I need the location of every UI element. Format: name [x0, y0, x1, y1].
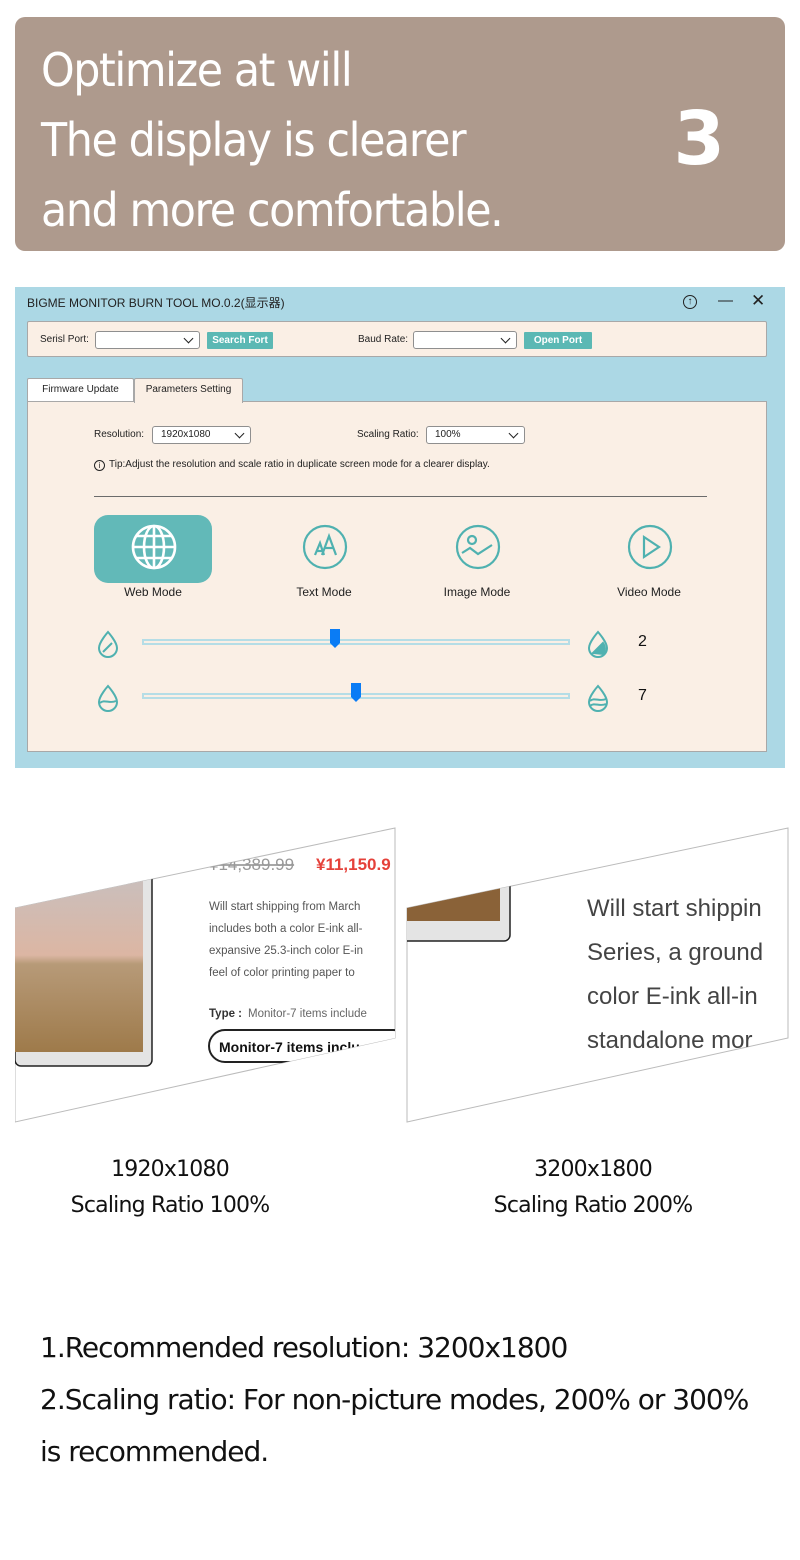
globe-icon [131, 524, 177, 570]
screen-preview-100: ¥14,389.99 ¥11,150.9 Will start shipping… [15, 827, 396, 1123]
contrast-slider-track[interactable] [142, 639, 570, 645]
parameters-panel: Resolution: 1920x1080 Scaling Ratio: 100… [27, 401, 767, 752]
video-mode-button[interactable] [590, 515, 708, 583]
caption-200: 3200x1800 Scaling Ratio 200% [423, 1152, 763, 1224]
caption-100: 1920x1080 Scaling Ratio 100% [0, 1152, 340, 1224]
open-port-button[interactable]: Open Port [524, 332, 592, 349]
image-mode-button[interactable] [418, 515, 536, 583]
contrast-slider-row: 2 [28, 626, 768, 660]
screen-frame [406, 827, 789, 1123]
type-value: Monitor-7 items include [248, 1008, 367, 1020]
scaling-ratio-label: Scaling Ratio: [357, 429, 419, 440]
text-size-icon [302, 524, 348, 570]
minimize-icon[interactable]: — [718, 293, 733, 309]
description-line: expansive 25.3-inch color E-in [209, 945, 363, 957]
video-mode-label: Video Mode [617, 585, 681, 599]
caption-resolution: 1920x1080 [111, 1157, 230, 1182]
web-mode-button[interactable] [94, 515, 212, 583]
tab-firmware-update[interactable]: Firmware Update [27, 378, 134, 402]
contrast-low-icon [97, 630, 119, 658]
caption-scaling: Scaling Ratio 200% [493, 1193, 693, 1218]
new-price: ¥11,150.9 [316, 855, 391, 874]
saturation-slider-row: 7 [28, 680, 768, 714]
type-option-label: Monitor-7 items inclu [219, 1039, 360, 1055]
chevron-down-icon [508, 428, 519, 439]
serial-port-select[interactable] [95, 331, 200, 349]
description-line: includes both a color E-ink all- [209, 923, 363, 935]
baud-rate-select[interactable] [413, 331, 517, 349]
saturation-slider-thumb[interactable] [351, 683, 361, 702]
tip-text: Tip:Adjust the resolution and scale rati… [109, 459, 490, 470]
tip-text-row: i Tip:Adjust the resolution and scale rat… [94, 459, 490, 471]
recommendation-notes: 1.Recommended resolution: 3200x1800 2.Sc… [40, 1322, 760, 1478]
resolution-select[interactable]: 1920x1080 [152, 426, 251, 444]
description-line: Series, a ground [587, 939, 763, 966]
resolution-label: Resolution: [94, 429, 145, 440]
comparison-screen-100: ¥14,389.99 ¥11,150.9 Will start shipping… [15, 826, 400, 1124]
banner-line: and more comfortable. [41, 183, 504, 237]
serial-port-label: Serisl Port: [40, 334, 89, 345]
description-line: Will start shippin [587, 895, 762, 922]
type-label: Type : [209, 1008, 242, 1020]
wheat-field-image [407, 866, 500, 921]
description-line: color E-ink all-in [587, 983, 758, 1010]
caption-resolution: 3200x1800 [534, 1157, 653, 1182]
text-mode-label: Text Mode [296, 585, 352, 599]
header-banner: Optimize at will The display is clearer … [15, 17, 785, 251]
screen-preview-200: Will start shippin Series, a ground colo… [406, 827, 789, 1123]
pin-icon[interactable]: ↑ [683, 295, 697, 309]
contrast-high-icon [587, 630, 609, 658]
text-mode-button[interactable] [265, 515, 383, 583]
saturation-low-icon [97, 684, 119, 712]
burn-tool-window: BIGME MONITOR BURN TOOL MO.0.2(显示器) ↑ — … [15, 287, 785, 768]
caption-scaling: Scaling Ratio 100% [70, 1193, 270, 1218]
close-icon[interactable]: ✕ [751, 292, 765, 309]
tab-parameters-setting[interactable]: Parameters Setting [134, 378, 243, 403]
banner-line: Optimize at will [41, 43, 353, 97]
saturation-value: 7 [638, 687, 647, 704]
baud-rate-label: Baud Rate: [358, 334, 409, 345]
comparison-screen-200: Will start shippin Series, a ground colo… [405, 826, 790, 1124]
divider [94, 496, 707, 497]
web-mode-label: Web Mode [124, 585, 182, 599]
contrast-slider-thumb[interactable] [329, 629, 340, 648]
saturation-high-icon [587, 684, 609, 712]
search-port-button[interactable]: Search Fort [207, 332, 273, 349]
play-icon [627, 524, 673, 570]
scaling-ratio-select[interactable]: 100% [426, 426, 525, 444]
note-item: 2.Scaling ratio: For non-picture modes, … [40, 1383, 749, 1468]
chevron-down-icon [183, 333, 194, 344]
description-line: standalone mor [587, 1027, 752, 1054]
chevron-down-icon [234, 428, 245, 439]
banner-line: The display is clearer [41, 113, 467, 167]
resolution-value: 1920x1080 [161, 429, 211, 440]
info-icon: i [94, 460, 105, 471]
window-title: BIGME MONITOR BURN TOOL MO.0.2(显示器) [27, 296, 285, 310]
contrast-value: 2 [638, 633, 647, 650]
scaling-ratio-value: 100% [435, 429, 461, 440]
description-line: feel of color printing paper to [209, 967, 355, 979]
description-line: Will start shipping from March [209, 901, 360, 913]
image-mode-label: Image Mode [443, 585, 511, 599]
wheat-field-image [15, 876, 143, 1052]
image-icon [455, 524, 501, 570]
chevron-down-icon [500, 333, 511, 344]
note-item: 1.Recommended resolution: 3200x1800 [40, 1331, 568, 1364]
banner-headline: Optimize at will The display is clearer … [41, 35, 504, 245]
port-bar: Serisl Port: Search Fort Baud Rate: Open… [27, 321, 767, 357]
step-number: 3 [673, 96, 726, 182]
